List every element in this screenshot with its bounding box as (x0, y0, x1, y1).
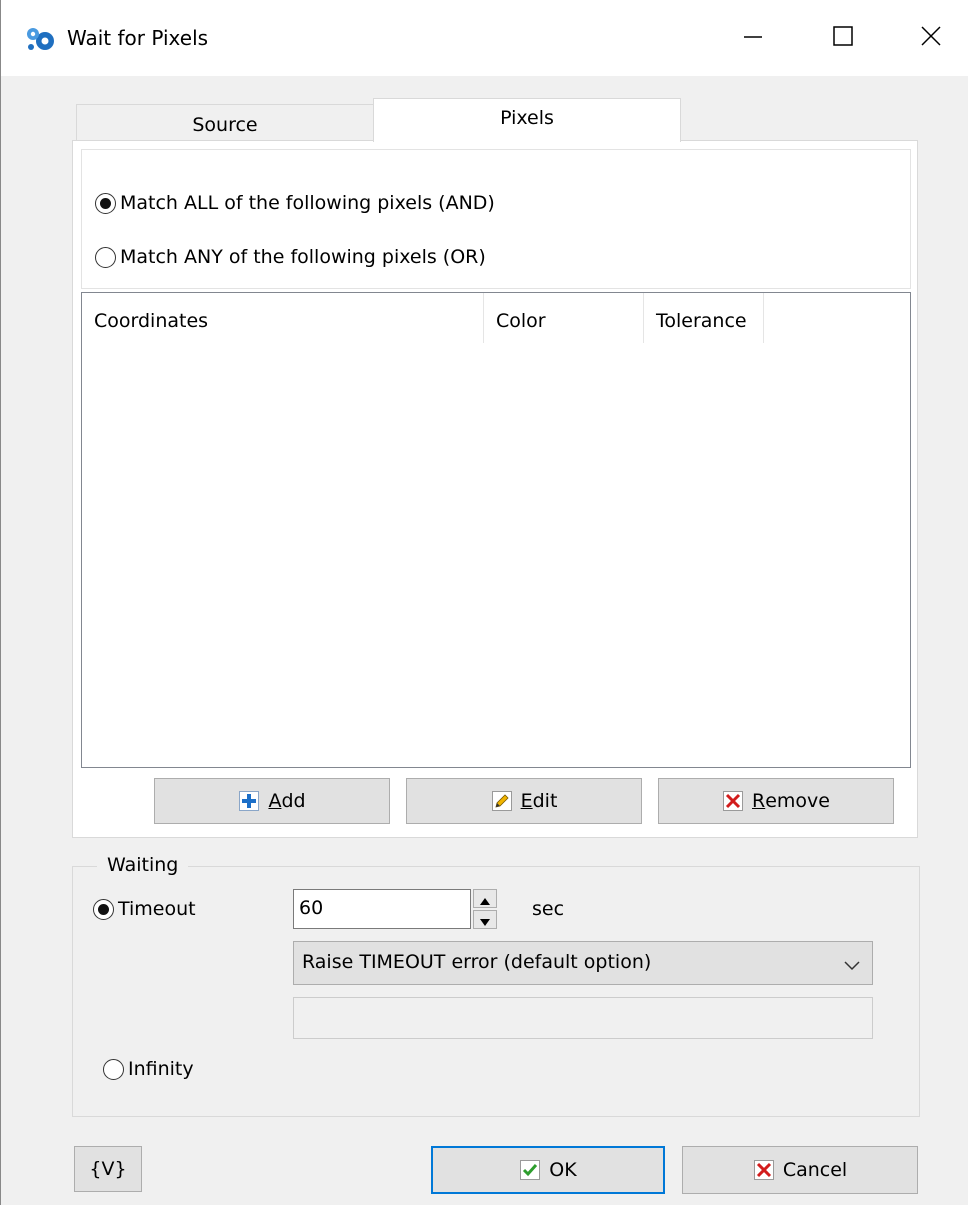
remove-accelerator: R (752, 790, 766, 812)
app-gears-icon (25, 24, 55, 54)
wait-for-pixels-dialog: Wait for Pixels Source Pixels Match ALL … (0, 0, 968, 1205)
edit-accelerator: E (520, 790, 533, 812)
radio-selected-icon (95, 192, 116, 214)
column-header-tolerance[interactable]: Tolerance (644, 293, 764, 343)
pencil-icon (491, 790, 513, 812)
timeout-label: Timeout (118, 898, 196, 920)
ok-label: OK (549, 1159, 577, 1181)
infinity-label: Infinity (128, 1058, 194, 1080)
match-any-label: Match ANY of the following pixels (OR) (120, 246, 486, 268)
timeout-input[interactable]: 60 (293, 889, 471, 929)
tab-pixels[interactable]: Pixels (373, 98, 681, 142)
checkmark-icon (519, 1159, 541, 1181)
column-header-color[interactable]: Color (484, 293, 644, 343)
remove-label-rest: emove (765, 790, 830, 812)
spin-down-button[interactable] (473, 910, 497, 929)
variables-button[interactable]: {V} (74, 1146, 142, 1192)
window-title: Wait for Pixels (67, 26, 209, 50)
red-x-icon (722, 790, 744, 812)
radio-unselected-icon (103, 1058, 124, 1080)
cancel-label: Cancel (782, 1159, 848, 1181)
match-mode-group: Match ALL of the following pixels (AND) … (81, 149, 911, 289)
infinity-radio[interactable]: Infinity (103, 1058, 194, 1080)
match-all-label: Match ALL of the following pixels (AND) (120, 192, 495, 214)
title-bar: Wait for Pixels (1, 0, 968, 76)
timeout-unit-label: sec (532, 898, 565, 920)
add-label-rest: dd (281, 790, 306, 812)
timeout-radio[interactable]: Timeout (93, 898, 196, 920)
edit-button[interactable]: Edit (406, 778, 642, 824)
chevron-down-icon (844, 954, 860, 976)
caret-down-icon (480, 909, 490, 931)
radio-unselected-icon (95, 246, 116, 268)
minimize-icon (742, 25, 764, 52)
on-timeout-selected-value: Raise TIMEOUT error (default option) (302, 951, 652, 973)
match-all-radio[interactable]: Match ALL of the following pixels (AND) (95, 192, 495, 214)
spin-up-button[interactable] (473, 889, 497, 908)
caret-up-icon (480, 888, 490, 910)
radio-selected-icon (93, 898, 114, 920)
pixels-list[interactable]: Coordinates Color Tolerance (81, 292, 911, 768)
pixels-tab-page: Match ALL of the following pixels (AND) … (72, 140, 918, 838)
match-any-radio[interactable]: Match ANY of the following pixels (OR) (95, 246, 486, 268)
edit-label-rest: dit (532, 790, 558, 812)
column-header-coordinates[interactable]: Coordinates (82, 293, 484, 343)
remove-button[interactable]: Remove (658, 778, 894, 824)
cancel-button[interactable]: Cancel (682, 1146, 918, 1194)
timeout-spinner (473, 889, 499, 929)
add-button[interactable]: Add (154, 778, 390, 824)
red-x-icon (753, 1159, 775, 1181)
close-icon (920, 25, 942, 52)
waiting-group-title: Waiting (97, 854, 189, 876)
maximize-button[interactable] (813, 14, 873, 62)
ok-button[interactable]: OK (431, 1146, 665, 1194)
minimize-button[interactable] (723, 14, 783, 62)
tab-source[interactable]: Source (76, 104, 374, 140)
on-timeout-dropdown[interactable]: Raise TIMEOUT error (default option) (293, 941, 873, 985)
timeout-target-field (293, 997, 873, 1039)
maximize-icon (832, 25, 854, 52)
add-accelerator: A (268, 790, 282, 812)
close-button[interactable] (901, 14, 961, 62)
plus-icon (238, 790, 260, 812)
